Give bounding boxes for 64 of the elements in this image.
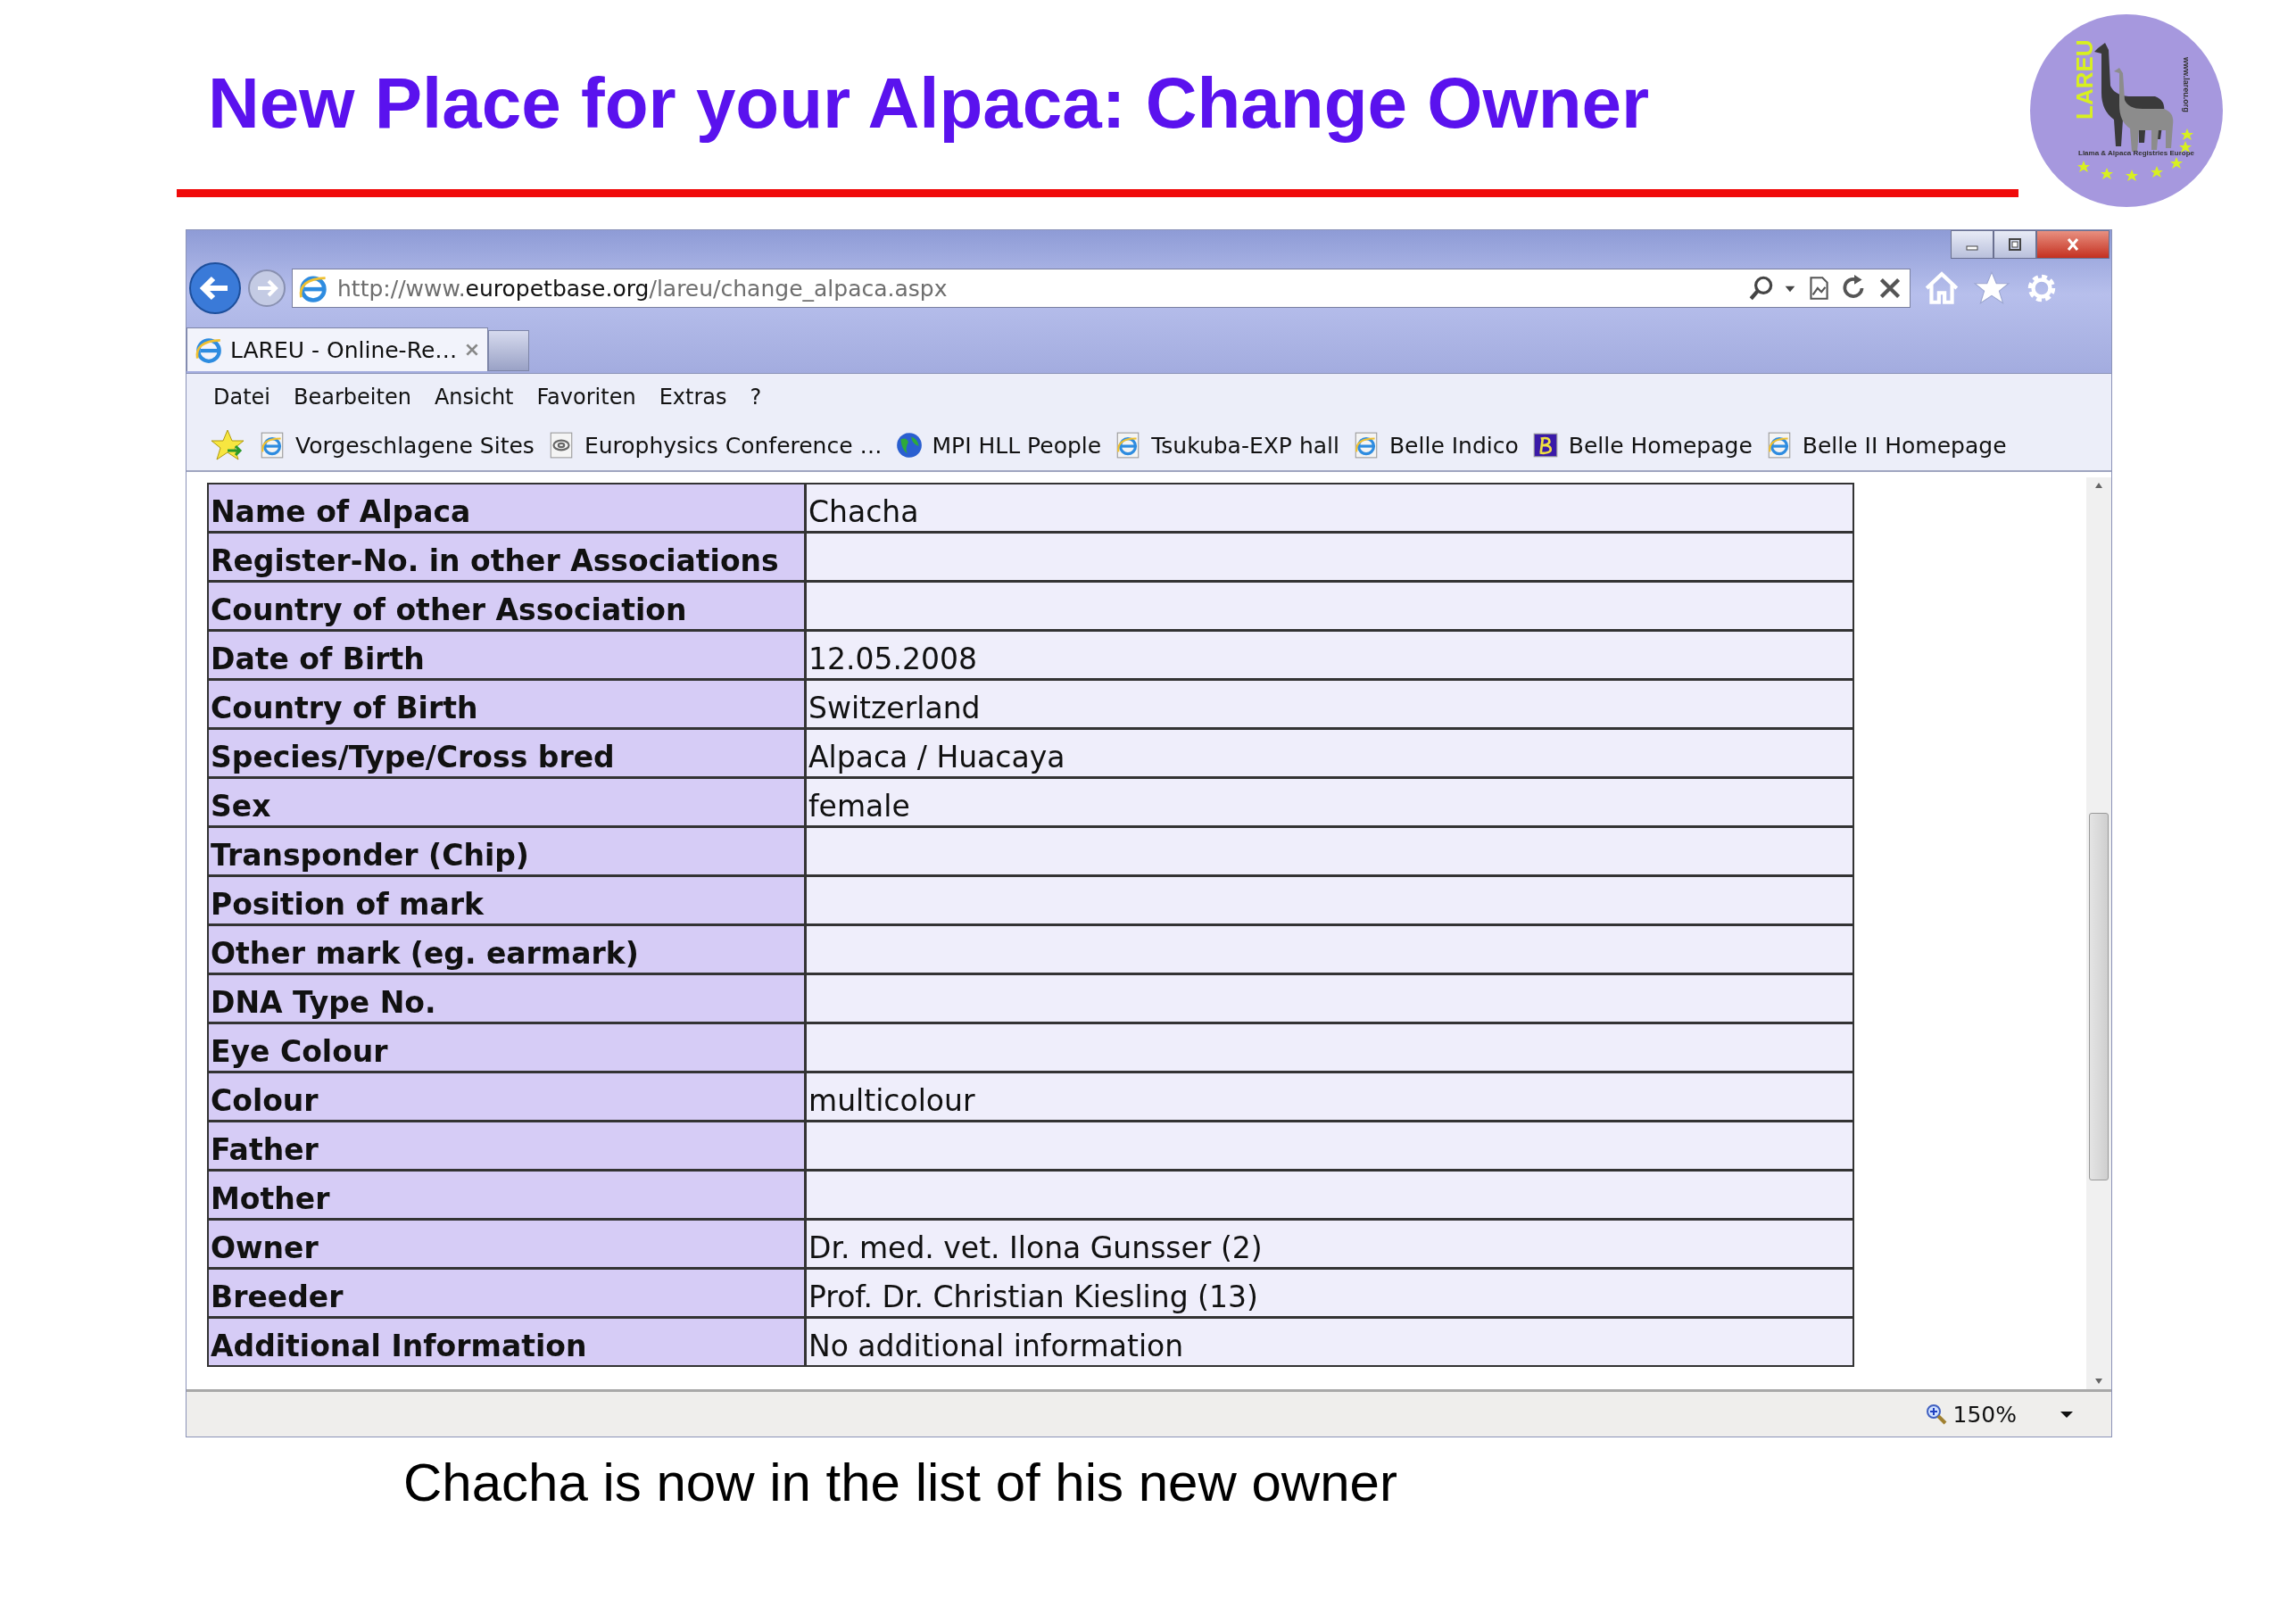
forward-button[interactable]	[247, 269, 286, 308]
new-tab-button[interactable]	[488, 330, 530, 371]
field-value: Chacha	[807, 484, 1853, 531]
field-label: Name of Alpaca	[209, 484, 804, 531]
menu-item[interactable]: Datei	[213, 385, 271, 410]
favorite-link[interactable]: Belle Homepage	[1530, 431, 1753, 460]
field-value: Alpaca / Huacaya	[807, 730, 1853, 776]
logo-wordmark: LAREU	[2071, 39, 2098, 120]
logo-url: www.lareu.org	[2182, 57, 2191, 112]
address-field[interactable]: http://www.europetbase.org/lareu/change_alpaca.aspx	[292, 269, 1911, 308]
zoom-icon[interactable]	[1924, 1403, 1948, 1426]
logo-subtitle: Llama & Alpaca Registries Europe	[2078, 149, 2194, 157]
field-label: Position of mark	[209, 877, 804, 923]
minimize-button[interactable]	[1951, 230, 1993, 259]
globe-icon	[894, 431, 924, 460]
field-label: DNA Type No.	[209, 975, 804, 1022]
field-label: Colour	[209, 1073, 804, 1120]
field-value: Prof. Dr. Christian Kiesling (13)	[807, 1270, 1853, 1316]
menu-item[interactable]: Ansicht	[434, 385, 514, 410]
field-label: Father	[209, 1122, 804, 1169]
field-label: Owner	[209, 1221, 804, 1267]
field-label: Additional Information	[209, 1319, 804, 1365]
favorites-star-icon[interactable]	[210, 427, 245, 463]
star-icon[interactable]	[1973, 269, 2010, 307]
favorite-link[interactable]: MPI HLL People	[894, 431, 1102, 460]
field-label: Country of other Association	[209, 583, 804, 629]
field-label: Country of Birth	[209, 681, 804, 727]
field-value: multicolour	[807, 1073, 1853, 1120]
menu-item[interactable]: ?	[750, 385, 762, 410]
minimize-icon	[1966, 245, 1978, 251]
favorite-link[interactable]: Vorgeschlagene Sites	[258, 431, 535, 460]
field-label: Species/Type/Cross bred	[209, 730, 804, 776]
scrollbar[interactable]	[2086, 477, 2111, 1389]
field-value: No additional information	[807, 1319, 1853, 1365]
field-label: Transponder (Chip)	[209, 828, 804, 874]
favorite-link[interactable]: Tsukuba-EXP hall	[1114, 431, 1339, 460]
restore-icon	[2006, 236, 2024, 253]
ie-logo-icon	[298, 273, 328, 303]
close-button[interactable]	[2036, 230, 2110, 259]
ie-logo-icon	[195, 335, 223, 364]
menu-item[interactable]: Extras	[659, 385, 727, 410]
field-label: Eye Colour	[209, 1024, 804, 1071]
scrollbar-thumb[interactable]	[2089, 813, 2109, 1180]
field-value: female	[807, 779, 1853, 825]
field-label: Breeder	[209, 1270, 804, 1316]
field-value: 12.05.2008	[807, 632, 1853, 678]
menu-item[interactable]: Favoriten	[536, 385, 636, 410]
slide-caption: Chacha is now in the list of his new owner	[403, 1452, 1398, 1513]
star-ring-icon	[2077, 128, 2193, 181]
field-label: Sex	[209, 779, 804, 825]
field-value: Switzerland	[807, 681, 1853, 727]
back-button[interactable]	[188, 261, 242, 315]
field-label: Mother	[209, 1172, 804, 1218]
favorite-link[interactable]: Europhysics Conference …	[546, 431, 883, 460]
field-label: Register-No. in other Associations	[209, 534, 804, 580]
maximize-button[interactable]	[1993, 230, 2036, 259]
menu-item[interactable]: Bearbeiten	[294, 385, 411, 410]
zoom-level[interactable]: 150%	[1952, 1401, 2017, 1428]
field-value: Dr. med. vet. Ilona Gunsser (2)	[807, 1221, 1853, 1267]
field-label: Date of Birth	[209, 632, 804, 678]
favorite-link[interactable]: Belle Indico	[1351, 431, 1519, 460]
favorite-link[interactable]: Belle II Homepage	[1764, 431, 2007, 460]
browser-tab[interactable]: LAREU - Online-Re…	[186, 327, 489, 371]
field-label: Other mark (eg. earmark)	[209, 926, 804, 973]
